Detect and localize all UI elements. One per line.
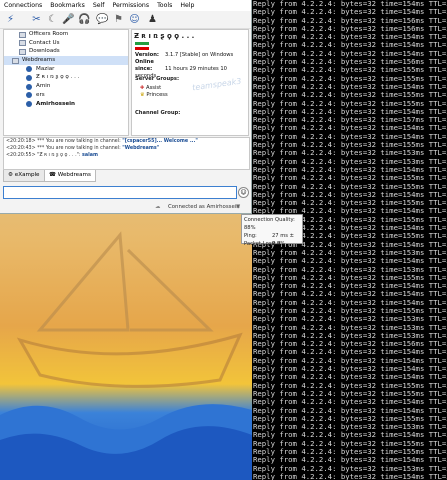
chat-time: <20:20:18>: [6, 139, 36, 144]
emoticon-icon[interactable]: ☺: [238, 187, 249, 198]
group-assist: Assist: [146, 85, 162, 91]
menu-permissions[interactable]: Permissions: [108, 0, 153, 11]
terminal-line: Reply from 4.2.2.4: bytes=32 time=154ms …: [253, 471, 447, 480]
channel-icon: [12, 57, 19, 64]
channel-item[interactable]: Officers Room: [4, 30, 128, 39]
tree-item-label: Downloads: [29, 48, 60, 55]
tab-webdreams[interactable]: ☎ Webdreams: [44, 170, 96, 182]
chat-line: <20:20:55> "Ƶ ʀ ı ռ ʂ ϙ ϙ . . .": salam: [4, 152, 249, 159]
signal-icon[interactable]: ▼: [236, 201, 240, 213]
channel-icon: [19, 40, 26, 47]
loss-value: 2.8%: [272, 241, 286, 247]
server-tab-icon: ⚙: [8, 172, 14, 178]
client-item[interactable]: Amin: [4, 82, 128, 91]
connection-status: Connected as Amirhossein: [168, 204, 240, 210]
tree-item-label: Webdreams: [22, 57, 56, 64]
menu-tools[interactable]: Tools: [153, 0, 176, 11]
client-item[interactable]: ers: [4, 91, 128, 100]
connection-tooltip: Connection Quality: 88% Ping: 27 ms ± 0.9…: [241, 214, 303, 247]
mute-microphone-icon[interactable]: 🎤: [62, 13, 75, 26]
tree-item-label: Contact Us: [29, 39, 60, 46]
tree-item-label: Amin: [36, 83, 51, 90]
chat-highlight: "Webdreams": [122, 146, 160, 151]
user-icon: [26, 66, 32, 73]
connect-icon[interactable]: ⚡: [4, 13, 17, 26]
client-item[interactable]: Ƶ ʀ ı ռ ʂ ϙ ϙ . . .: [4, 73, 128, 82]
flag-icon: [135, 42, 149, 50]
info-panel: Ƶ ʀ ı ռ ʂ ϙ ϙ . . . Version: 3.1.7 [Stabl…: [131, 29, 249, 136]
chat-text: *** You are now talking in channel:: [37, 146, 123, 151]
chat-line: <20:20:43> *** You are now talking in ch…: [4, 145, 249, 152]
channel-tree: Officers Room Contact Us Downloads Webdream…: [3, 29, 129, 136]
channel-icon: [19, 31, 26, 38]
version-label: Version:: [135, 52, 160, 58]
user-icon: [26, 101, 32, 107]
user-icon: [26, 92, 32, 99]
client-item[interactable]: Maziar: [4, 65, 128, 74]
chat-input[interactable]: [3, 186, 237, 199]
tree-item-label: Ƶ ʀ ı ռ ʂ ϙ ϙ . . .: [36, 74, 80, 81]
tree-item-label: ers: [36, 91, 45, 98]
chat-line: <20:20:18> *** You are now talking in ch…: [4, 138, 249, 145]
online-label: Online since:: [135, 59, 154, 72]
teamspeak-window: Connections Bookmarks Self Permissions Tools…: [0, 0, 252, 214]
tree-item-label: Maziar: [36, 65, 55, 72]
info-title: Ƶ ʀ ı ռ ʂ ϙ ϙ . . .: [134, 32, 195, 40]
menu-bookmarks[interactable]: Bookmarks: [46, 0, 89, 11]
channel-item[interactable]: Contact Us: [4, 39, 128, 48]
server-groups-label: Server Groups:: [135, 76, 180, 82]
chat-text: *** You are now talking in channel:: [37, 139, 123, 144]
tree-item-label: Officers Room: [29, 31, 69, 37]
chat-highlight: salam: [81, 153, 98, 158]
menu-connections[interactable]: Connections: [0, 0, 46, 11]
tree-item-label: Amirhossein: [36, 100, 76, 107]
server-group-list: ✚ Assist ♛ Princess: [140, 85, 168, 99]
chat-time: <20:20:55>: [6, 153, 36, 158]
channel-icon: [19, 48, 26, 55]
version-value: 3.1.7 [Stable] on Windows: [165, 52, 234, 58]
princess-icon: ♛: [140, 92, 145, 98]
assist-icon: ✚: [140, 85, 145, 91]
ping-label: Ping:: [244, 233, 257, 239]
chat-icon[interactable]: 💬: [96, 13, 109, 26]
chat-log: <20:20:18> *** You are now talking in ch…: [3, 137, 250, 170]
menu-help[interactable]: Help: [176, 0, 198, 11]
disconnect-icon[interactable]: ✂: [30, 13, 43, 26]
user-icon: [26, 83, 32, 90]
menu-self[interactable]: Self: [89, 0, 109, 11]
away-icon[interactable]: ☾: [46, 13, 59, 26]
chat-time: <20:20:43>: [6, 146, 36, 151]
tooltip-title: Connection Quality: 88%: [244, 217, 295, 231]
user-icon: [26, 74, 32, 81]
bookmark-icon[interactable]: ♟: [146, 13, 159, 26]
channel-tab-icon: ☎: [49, 172, 56, 178]
channel-group-label: Channel Group:: [135, 110, 181, 116]
subscribe-icon[interactable]: ⚑: [112, 13, 125, 26]
chat-text: "Ƶ ʀ ı ռ ʂ ϙ ϙ . . .":: [37, 153, 82, 158]
connection-cloud-icon: ☁: [155, 204, 161, 210]
channel-item[interactable]: Webdreams: [4, 56, 128, 65]
tab-example[interactable]: ⚙ eXample: [3, 170, 45, 182]
menu-bar: Connections Bookmarks Self Permissions Tools…: [0, 0, 251, 11]
status-bar: ☁ Connected as Amirhossein ▼: [0, 201, 251, 213]
chat-highlight: "[cspacer55]... Welcome ...": [122, 139, 198, 144]
mute-speakers-icon[interactable]: 🎧: [78, 13, 91, 26]
client-item[interactable]: Amirhossein: [4, 100, 128, 109]
channel-item[interactable]: Downloads: [4, 47, 128, 56]
toolbar: ⚡ ✂ ☾ 🎤 🎧 💬 ⚑ ☺ ♟: [0, 11, 251, 29]
group-princess: Princess: [146, 92, 168, 98]
whisper-icon[interactable]: ☺: [128, 13, 141, 26]
chat-tabs: ⚙ eXample ☎ Webdreams: [0, 168, 251, 182]
